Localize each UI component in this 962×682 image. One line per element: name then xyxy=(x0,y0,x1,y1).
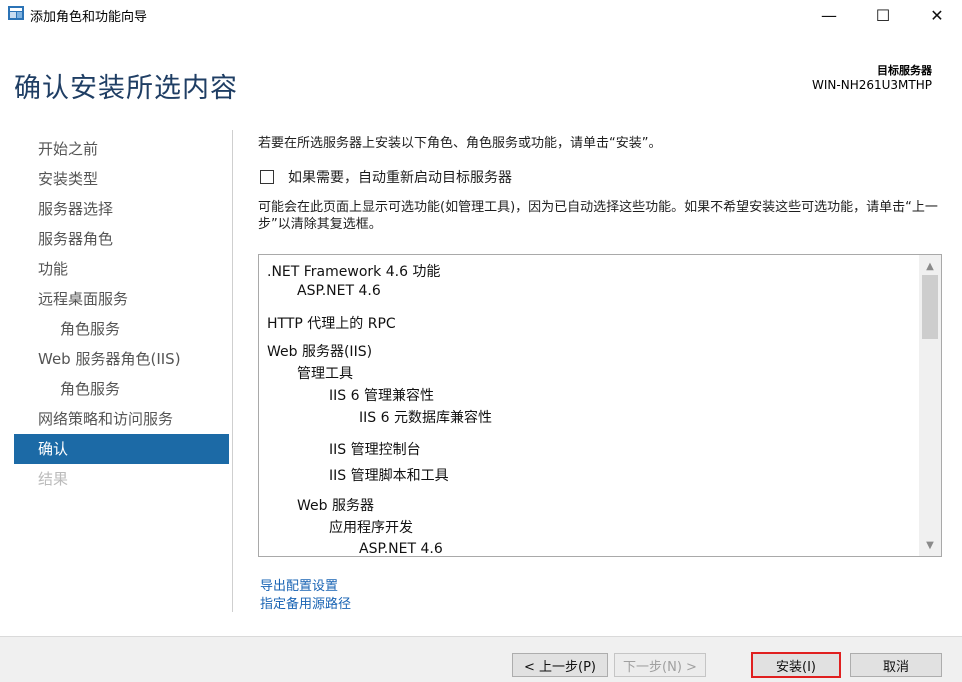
window-title: 添加角色和功能向导 xyxy=(30,10,148,25)
optional-features-note: 可能会在此页面上显示可选功能(如管理工具)，因为已自动选择这些功能。如果不希望安… xyxy=(258,200,938,232)
nav-divider xyxy=(232,130,233,612)
list-item: Web 服务器 xyxy=(297,498,374,514)
link-group: 导出配置设置 指定备用源路径 xyxy=(260,578,351,614)
nav-network-policy-access[interactable]: 网络策略和访问服务 xyxy=(0,404,230,434)
close-button[interactable]: ✕ xyxy=(914,0,960,30)
list-item: ASP.NET 4.6 xyxy=(359,541,443,557)
list-item: IIS 管理脚本和工具 xyxy=(329,468,449,484)
vertical-scrollbar[interactable]: ▲ ▼ xyxy=(919,255,941,556)
title-bar: 添加角色和功能向导 — ☐ ✕ xyxy=(0,0,962,30)
scroll-thumb[interactable] xyxy=(922,275,938,339)
nav-remote-desktop-services[interactable]: 远程桌面服务 xyxy=(0,284,230,314)
list-item: .NET Framework 4.6 功能 xyxy=(267,264,441,280)
list-item: 管理工具 xyxy=(297,366,353,382)
main-content: 若要在所选服务器上安装以下角色、角色服务或功能，请单击“安装”。 如果需要，自动… xyxy=(258,130,938,233)
restart-checkbox[interactable] xyxy=(260,170,274,184)
nav-features[interactable]: 功能 xyxy=(0,254,230,284)
target-server-name: WIN-NH261U3MTHP xyxy=(812,78,932,92)
nav-before-you-begin[interactable]: 开始之前 xyxy=(0,134,230,164)
install-button[interactable]: 安装(I) xyxy=(751,652,841,678)
list-item: 应用程序开发 xyxy=(329,520,413,536)
footer-bar: < 上一步(P) 下一步(N) > 安装(I) 取消 xyxy=(0,636,962,682)
maximize-button[interactable]: ☐ xyxy=(860,0,906,30)
nav-rds-role-services[interactable]: 角色服务 xyxy=(0,314,230,344)
page-title: 确认安装所选内容 xyxy=(14,73,238,104)
nav-results: 结果 xyxy=(38,470,69,488)
nav-iis-role-services[interactable]: 角色服务 xyxy=(0,374,230,404)
scroll-up-arrow-icon[interactable]: ▲ xyxy=(919,257,941,275)
next-button: 下一步(N) > xyxy=(614,653,706,677)
wizard-nav: 开始之前 安装类型 服务器选择 服务器角色 功能 远程桌面服务 角色服务 Web… xyxy=(0,134,230,494)
nav-installation-type[interactable]: 安装类型 xyxy=(0,164,230,194)
intro-text: 若要在所选服务器上安装以下角色、角色服务或功能，请单击“安装”。 xyxy=(258,136,662,151)
list-item: IIS 6 元数据库兼容性 xyxy=(359,410,492,426)
export-config-link[interactable]: 导出配置设置 xyxy=(260,578,351,596)
target-server-label: 目标服务器 xyxy=(877,64,932,77)
list-item: Web 服务器(IIS) xyxy=(267,344,373,360)
minimize-button[interactable]: — xyxy=(806,0,852,30)
features-list-content: .NET Framework 4.6 功能 ASP.NET 4.6 HTTP 代… xyxy=(259,255,919,557)
selected-features-list[interactable]: .NET Framework 4.6 功能 ASP.NET 4.6 HTTP 代… xyxy=(258,254,942,557)
nav-server-selection[interactable]: 服务器选择 xyxy=(0,194,230,224)
restart-option[interactable]: 如果需要，自动重新启动目标服务器 xyxy=(260,167,938,187)
nav-server-roles[interactable]: 服务器角色 xyxy=(0,224,230,254)
list-item: ASP.NET 4.6 xyxy=(297,283,381,299)
list-item: IIS 6 管理兼容性 xyxy=(329,388,434,404)
scroll-down-arrow-icon[interactable]: ▼ xyxy=(919,536,941,554)
nav-confirmation[interactable]: 确认 xyxy=(14,434,229,464)
list-item: HTTP 代理上的 RPC xyxy=(267,316,396,332)
nav-web-server-role[interactable]: Web 服务器角色(IIS) xyxy=(0,344,230,374)
previous-button[interactable]: < 上一步(P) xyxy=(512,653,608,677)
server-manager-icon xyxy=(8,6,24,20)
cancel-button[interactable]: 取消 xyxy=(850,653,942,677)
alternate-source-link[interactable]: 指定备用源路径 xyxy=(260,596,351,614)
list-item: IIS 管理控制台 xyxy=(329,442,421,458)
restart-checkbox-label[interactable]: 如果需要，自动重新启动目标服务器 xyxy=(288,167,512,187)
